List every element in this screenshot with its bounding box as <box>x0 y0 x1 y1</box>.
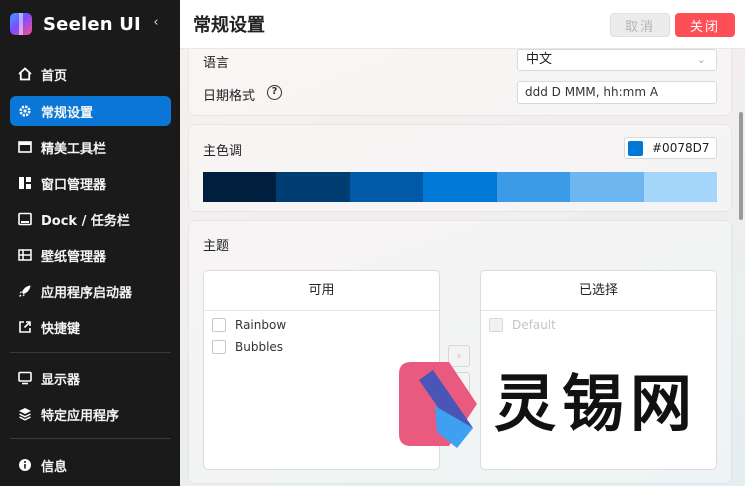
sidebar-divider <box>10 438 171 439</box>
toolbar-icon <box>18 140 32 154</box>
sidebar-item-label: 快捷键 <box>41 321 81 337</box>
window-manager-icon <box>18 176 32 190</box>
sidebar-item-label: 信息 <box>41 459 68 475</box>
sidebar-item-label: 应用程序启动器 <box>41 285 133 301</box>
language-select[interactable]: 中文 ⌄ <box>517 49 717 71</box>
list-item: Default <box>489 318 556 332</box>
header-bar: 常规设置 取消 关闭 <box>180 0 745 49</box>
sidebar-divider <box>10 352 171 353</box>
selected-themes-title: 已选择 <box>481 271 716 311</box>
sidebar-item-label: 壁纸管理器 <box>41 249 107 265</box>
sidebar-item-general-settings[interactable]: 常规设置 <box>10 96 171 126</box>
sidebar-item-label: 首页 <box>41 68 68 84</box>
sidebar-item-label: 特定应用程序 <box>41 408 120 424</box>
sidebar-item-label: 显示器 <box>41 372 81 388</box>
home-icon <box>18 67 32 81</box>
checkbox[interactable] <box>212 340 226 354</box>
wallpaper-icon <box>18 248 32 262</box>
seelen-logo-icon <box>10 13 32 35</box>
checkbox[interactable] <box>212 318 226 332</box>
date-format-input[interactable]: ddd D MMM, hh:mm A <box>517 81 717 104</box>
theme-label: 主题 <box>203 239 230 254</box>
accent-color-label: 主色调 <box>203 144 243 159</box>
sidebar-item-info[interactable]: 信息 <box>10 450 171 480</box>
sidebar-item-window-manager[interactable]: 窗口管理器 <box>10 168 171 198</box>
palette-shade <box>276 172 350 202</box>
help-icon[interactable]: ? <box>267 85 282 100</box>
gear-icon <box>18 104 32 118</box>
sidebar-item-shortcuts[interactable]: 快捷键 <box>10 312 171 342</box>
accent-palette <box>203 172 717 202</box>
sidebar-item-dock[interactable]: Dock / 任务栏 <box>10 204 171 234</box>
sidebar: Seelen UI ‹ 首页 常规设置 精美工具栏 窗口管理器 Dock / 任… <box>0 0 180 486</box>
palette-shade <box>349 172 424 202</box>
accent-color-swatch <box>628 140 643 156</box>
palette-shade <box>570 172 644 202</box>
dock-icon <box>18 212 32 226</box>
info-icon <box>18 458 32 472</box>
page-title: 常规设置 <box>193 15 265 36</box>
sidebar-item-label: Dock / 任务栏 <box>41 213 130 229</box>
app-name: Seelen UI <box>43 13 141 35</box>
accent-color-hex: #0078D7 <box>652 141 710 155</box>
theme-name: Rainbow <box>235 318 287 332</box>
watermark-logo-icon <box>399 362 477 448</box>
sidebar-item-label: 窗口管理器 <box>41 177 107 193</box>
sidebar-item-fancy-toolbar[interactable]: 精美工具栏 <box>10 132 171 162</box>
monitor-icon <box>18 371 32 385</box>
available-themes-title: 可用 <box>204 271 439 311</box>
theme-name: Default <box>512 318 556 332</box>
rocket-icon <box>18 284 32 298</box>
palette-shade <box>643 172 717 202</box>
date-format-label: 日期格式 <box>203 89 256 104</box>
sidebar-item-label: 常规设置 <box>41 105 94 121</box>
palette-shade <box>203 172 277 202</box>
sidebar-item-app-launcher[interactable]: 应用程序启动器 <box>10 276 171 306</box>
collapse-sidebar-button[interactable]: ‹ <box>148 13 164 33</box>
sidebar-item-specific-apps[interactable]: 特定应用程序 <box>10 399 171 429</box>
theme-name: Bubbles <box>235 340 284 354</box>
accent-color-picker[interactable]: #0078D7 <box>624 137 717 159</box>
language-label: 语言 <box>203 56 230 71</box>
sidebar-item-home[interactable]: 首页 <box>10 59 171 89</box>
checkbox <box>489 318 503 332</box>
watermark-text: 灵锡网 <box>481 357 711 450</box>
palette-shade <box>423 172 497 202</box>
sidebar-item-label: 精美工具栏 <box>41 141 107 157</box>
chevron-down-icon: ⌄ <box>696 53 706 66</box>
sidebar-item-monitors[interactable]: 显示器 <box>10 363 171 393</box>
list-item[interactable]: Rainbow <box>212 318 286 332</box>
shortcut-icon <box>18 320 32 334</box>
sidebar-item-wallpaper-manager[interactable]: 壁纸管理器 <box>10 240 171 270</box>
close-button[interactable]: 关闭 <box>675 13 735 37</box>
brand: Seelen UI ‹ <box>10 11 170 37</box>
palette-shade <box>496 172 571 202</box>
layers-icon <box>18 407 32 421</box>
list-item[interactable]: Bubbles <box>212 340 283 354</box>
cancel-button[interactable]: 取消 <box>610 13 670 37</box>
language-select-value: 中文 <box>526 52 553 67</box>
scrollbar[interactable] <box>739 112 743 220</box>
